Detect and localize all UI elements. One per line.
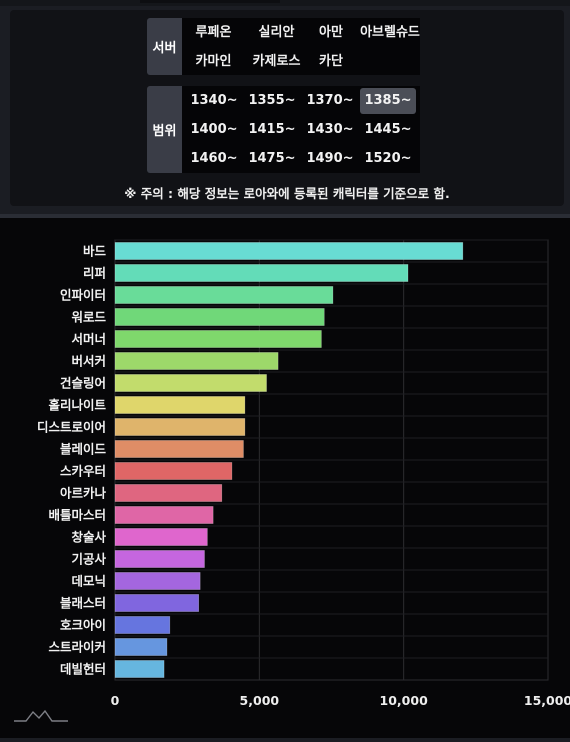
category-label: 기공사 [71,552,106,567]
category-label: 바드 [83,244,107,259]
notice-text: ※ 주의 : 해당 정보는 로아와에 등록된 캐릭터를 기준으로 함. [124,186,450,201]
category-label: 워로드 [71,310,106,325]
brand-mark-icon [14,709,68,722]
server-options: 루페온 실리안 아만 아브렐슈드카마인 카제로스 카단 [182,18,420,75]
bar-호크아이[interactable] [114,616,171,634]
range-option-10[interactable]: 1490~ [302,146,358,172]
x-tick-label: 5,000 [240,693,280,708]
category-label: 블래스터 [60,596,106,611]
range-option-0[interactable]: 1340~ [186,88,242,114]
range-option-5[interactable]: 1415~ [244,117,300,143]
range-option-9[interactable]: 1475~ [244,146,300,172]
range-option-7[interactable]: 1445~ [360,117,416,143]
range-option-11[interactable]: 1520~ [360,146,416,172]
bar-홀리나이트[interactable] [114,396,246,414]
bar-기공사[interactable] [114,550,205,568]
category-label: 스카우터 [60,464,106,479]
bar-인파이터[interactable] [114,286,334,304]
server-option-2[interactable]: 아만 [302,20,360,46]
bar-서머너[interactable] [114,330,322,348]
chart-panel: 0 5,000 10,000 15,000 바드리퍼인파이터워로드서머너버서커건슬링어홀… [0,214,570,738]
category-label: 서머너 [71,332,106,347]
category-label: 인파이터 [60,288,106,303]
x-tick-label: 15,000 [524,693,570,708]
category-label: 디스트로이어 [37,420,106,435]
server-option-3[interactable]: 아브렐슈드 [360,20,420,46]
range-option-1[interactable]: 1355~ [244,88,300,114]
bar-스트라이커[interactable] [114,638,168,656]
category-label: 리퍼 [83,266,106,281]
range-option-4[interactable]: 1400~ [186,117,242,143]
bar-창술사[interactable] [114,528,208,546]
range-option-8[interactable]: 1460~ [186,146,242,172]
bar-스카우터[interactable] [114,462,233,480]
server-group-label: 서버 [147,18,182,75]
category-label: 호크아이 [60,618,106,633]
category-label: 건슬링어 [60,376,106,391]
category-label: 데모닉 [71,574,106,589]
bar-디스트로이어[interactable] [114,418,246,436]
bar-건슬링어[interactable] [114,374,267,392]
bar-버서커[interactable] [114,352,279,370]
category-label: 블레이드 [60,442,107,457]
x-tick-label: 0 [111,693,120,708]
bar-아르카나[interactable] [114,484,223,502]
bar-리퍼[interactable] [114,264,409,282]
category-label: 데빌헌터 [60,662,106,677]
bar-바드[interactable] [114,242,464,260]
x-tick-label: 10,000 [380,693,429,708]
range-option-6[interactable]: 1430~ [302,117,358,143]
server-option-0[interactable]: 루페온 [182,20,245,46]
server-option-4[interactable]: 카마인 [182,49,245,75]
bar-블래스터[interactable] [114,594,200,612]
bar-chart: 0 5,000 10,000 15,000 바드리퍼인파이터워로드서머너버서커건슬링어홀… [14,239,570,722]
range-group-label: 범위 [147,86,182,173]
bar-워로드[interactable] [114,308,325,326]
bar-배틀마스터[interactable] [114,506,214,524]
category-label: 창술사 [71,530,106,545]
bar-데빌헌터[interactable] [114,660,165,678]
range-option-3[interactable]: 1385~ [360,88,416,114]
bar-블레이드[interactable] [114,440,244,458]
top-bar [0,0,570,6]
category-label: 스트라이커 [48,640,106,655]
server-option-5[interactable]: 카제로스 [245,49,308,75]
range-options: 1340~ 1355~ 1370~ 1385~ 1400~ 1415~ 1430~ 1445~… [182,86,420,173]
bar-데모닉[interactable] [114,572,201,590]
category-label: 아르카나 [60,486,107,501]
top-tab-notch [140,0,280,3]
category-label: 버서커 [71,354,106,369]
category-label: 배틀마스터 [48,508,106,523]
category-label: 홀리나이트 [48,398,106,413]
filter-panel: 서버 루페온 실리안 아만 아브렐슈드 카마인 카제로스 카단 범위 1340~ 1355~ 1… [10,10,564,206]
range-option-2[interactable]: 1370~ [302,88,358,114]
server-option-6[interactable]: 카단 [302,49,360,75]
server-option-1[interactable]: 실리안 [245,20,308,46]
